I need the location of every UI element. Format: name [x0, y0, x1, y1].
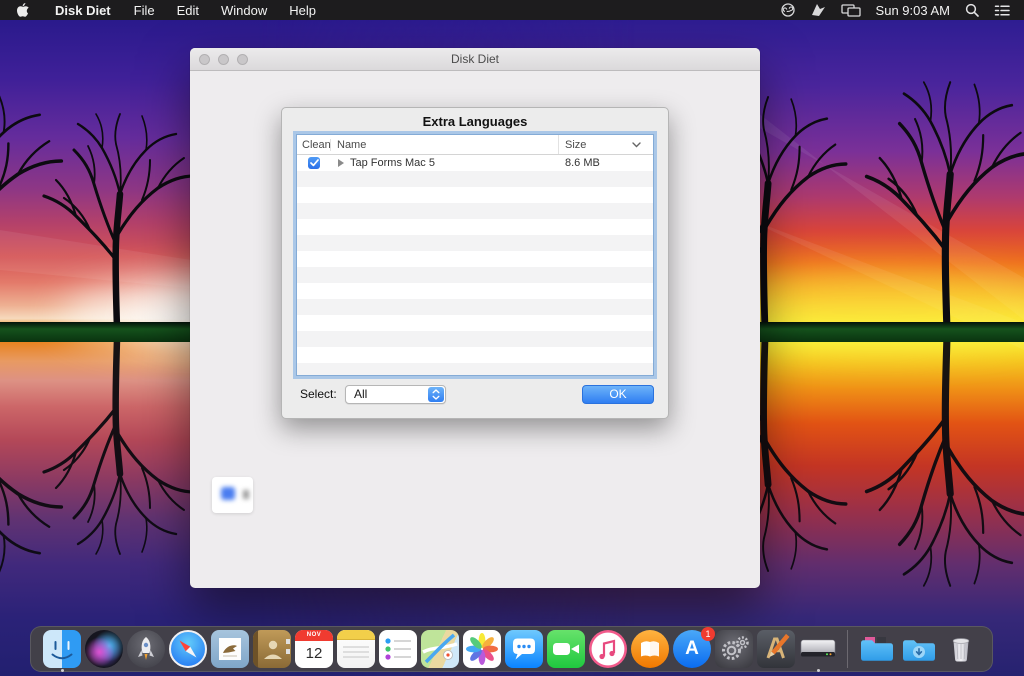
row-name: Tap Forms Mac 5: [350, 157, 435, 169]
ok-button[interactable]: OK: [582, 385, 654, 404]
chevron-down-icon: [632, 142, 641, 148]
dock-icon-photos[interactable]: [463, 630, 501, 672]
select-value: All: [354, 386, 367, 403]
table-row[interactable]: Tap Forms Mac 5 8.6 MB: [297, 155, 653, 171]
table-header[interactable]: Clean Name Size: [297, 135, 653, 155]
dialog-title: Extra Languages: [282, 114, 668, 129]
dock-icon-app-store[interactable]: 1 A: [673, 630, 711, 672]
dock-icon-safari[interactable]: [169, 630, 207, 672]
dock-divider: [847, 630, 848, 668]
blurred-ui-artifact: [212, 477, 253, 513]
stepper-icon[interactable]: [428, 387, 444, 402]
dock-icon-trash[interactable]: [942, 630, 980, 672]
menu-edit[interactable]: Edit: [166, 3, 210, 18]
pointer-icon[interactable]: [811, 3, 826, 17]
window-title: Disk Diet: [190, 52, 760, 66]
creative-cloud-icon[interactable]: [780, 3, 796, 17]
dock-icon-documents-folder[interactable]: [858, 630, 896, 672]
dock-icon-ibooks[interactable]: [631, 630, 669, 672]
dock-icon-design-utility[interactable]: [757, 630, 795, 672]
checkmark-icon: [310, 159, 319, 167]
clean-checkbox[interactable]: [308, 157, 320, 169]
calendar-day-label: 12: [295, 641, 333, 668]
disk-diet-window: Disk Diet Extra Languages Clean Name Siz…: [190, 48, 760, 588]
extra-languages-dialog: Extra Languages Clean Name Size: [281, 107, 669, 419]
menu-app-name[interactable]: Disk Diet: [43, 3, 123, 18]
menu-clock[interactable]: Sun 9:03 AM: [876, 3, 950, 18]
menu-help[interactable]: Help: [278, 3, 327, 18]
dock-icon-maps[interactable]: [421, 630, 459, 672]
window-titlebar[interactable]: Disk Diet: [190, 48, 760, 71]
dock-icon-facetime[interactable]: [547, 630, 585, 672]
dock-icon-messages[interactable]: [505, 630, 543, 672]
dock-icon-contacts[interactable]: [253, 630, 291, 672]
calendar-month-label: NOV: [295, 630, 333, 641]
dock-icon-finder[interactable]: [43, 630, 81, 672]
column-header-size[interactable]: Size: [559, 139, 653, 151]
column-header-clean[interactable]: Clean: [297, 139, 331, 151]
select-dropdown[interactable]: All: [345, 385, 446, 404]
menu-bar: Disk Diet File Edit Window Help Sun 9:03…: [0, 0, 1024, 20]
column-header-name[interactable]: Name: [331, 135, 559, 154]
row-size: 8.6 MB: [559, 157, 653, 169]
dock-icon-system-preferences[interactable]: [715, 630, 753, 672]
close-button[interactable]: [199, 54, 210, 65]
menu-window[interactable]: Window: [210, 3, 278, 18]
minimize-button[interactable]: [218, 54, 229, 65]
dock-icon-reminders[interactable]: [379, 630, 417, 672]
dock-icon-disk-diet-drive[interactable]: [799, 630, 837, 672]
dock-icon-notes[interactable]: [337, 630, 375, 672]
spotlight-search-icon[interactable]: [965, 3, 979, 17]
displays-icon[interactable]: [841, 3, 861, 18]
desktop: Disk Diet File Edit Window Help Sun 9:03…: [0, 0, 1024, 676]
dock: NOV 12: [30, 626, 993, 672]
dock-icon-calendar[interactable]: NOV 12: [295, 630, 333, 672]
notification-center-icon[interactable]: [994, 4, 1010, 17]
dock-icon-itunes[interactable]: [589, 630, 627, 672]
table-body[interactable]: Tap Forms Mac 5 8.6 MB: [297, 155, 653, 375]
app-store-badge: 1: [701, 627, 715, 641]
dock-icon-mail[interactable]: [211, 630, 249, 672]
select-label: Select:: [300, 385, 337, 404]
menu-file[interactable]: File: [123, 3, 166, 18]
running-indicator: [61, 669, 64, 672]
running-indicator: [817, 669, 820, 672]
disclosure-triangle-icon[interactable]: [338, 159, 344, 167]
apple-menu-icon[interactable]: [0, 3, 43, 18]
dock-icon-launchpad[interactable]: [127, 630, 165, 672]
zoom-button[interactable]: [237, 54, 248, 65]
dock-icon-downloads-folder[interactable]: [900, 630, 938, 672]
dock-icon-siri[interactable]: [85, 630, 123, 672]
languages-table[interactable]: Clean Name Size: [296, 134, 654, 376]
